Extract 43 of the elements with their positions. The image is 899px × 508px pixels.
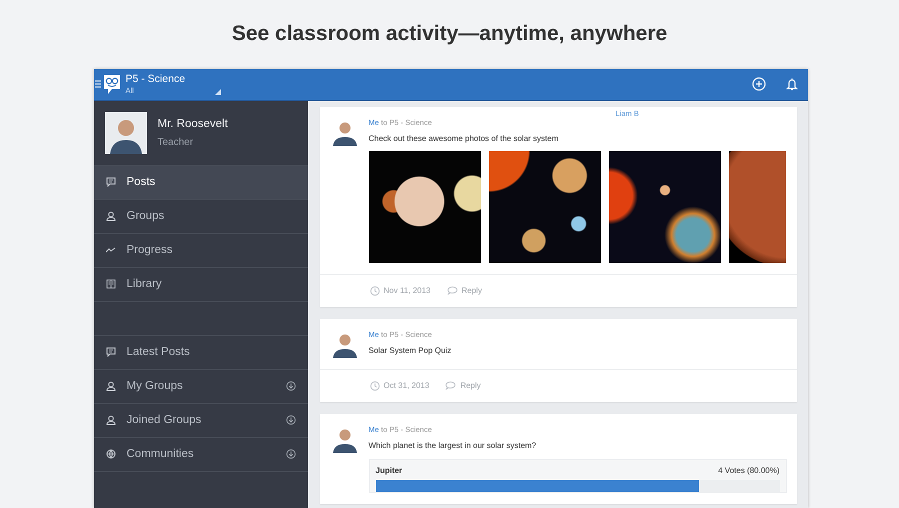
expand-icon[interactable] xyxy=(286,381,296,392)
avatar-silhouette xyxy=(104,112,146,154)
speech-bubble-icon xyxy=(445,381,456,390)
speech-bubble-icon xyxy=(446,286,458,296)
comment-icon xyxy=(106,347,116,358)
photo-placeholder[interactable] xyxy=(368,150,480,263)
sidebar-item[interactable]: Groups xyxy=(94,200,308,234)
poll-option-label: Jupiter xyxy=(376,466,402,475)
people-icon xyxy=(106,415,116,426)
trend-line-icon xyxy=(106,247,116,254)
clock-icon xyxy=(370,380,380,391)
photo-placeholder[interactable] xyxy=(488,150,600,263)
sidebar-item[interactable]: Posts xyxy=(94,166,308,200)
dropdown-corner-icon[interactable] xyxy=(215,89,222,96)
sidebar-item[interactable]: Progress xyxy=(94,234,308,268)
sidebar-item[interactable]: Joined Groups xyxy=(94,404,308,438)
headline: See classroom activity—anytime, anywhere xyxy=(232,21,668,47)
book-icon xyxy=(106,279,116,290)
group-title[interactable]: P5 - Science xyxy=(126,72,186,86)
sidebar-item[interactable]: Library xyxy=(94,268,308,302)
comment-icon xyxy=(106,177,116,188)
menu-icon[interactable] xyxy=(94,80,100,88)
people-icon xyxy=(106,381,116,392)
user-name: Mr. Roosevelt xyxy=(158,118,228,130)
notification-bell-icon[interactable] xyxy=(786,77,798,92)
sidebar-item[interactable]: My Groups xyxy=(94,370,308,404)
sidebar-item[interactable]: Latest Posts xyxy=(94,336,308,370)
clock-icon xyxy=(370,286,380,296)
expand-icon[interactable] xyxy=(286,449,296,460)
vote-count: 4 Votes (80.00%) xyxy=(718,466,780,475)
post-text: Which planet is the largest in our solar system? xyxy=(368,440,538,450)
post-text: Solar System Pop Quiz xyxy=(368,346,452,355)
user-role: Teacher xyxy=(158,136,194,148)
post-text: Check out these awesome photos of the solar system xyxy=(368,134,560,143)
post-date: Nov 11, 2013 xyxy=(384,286,430,296)
people-icon xyxy=(106,211,116,222)
sidebar-item[interactable]: Communities xyxy=(94,438,308,472)
globe-icon xyxy=(106,449,116,460)
photo-placeholder[interactable] xyxy=(608,150,720,263)
logo-icon xyxy=(102,73,122,96)
expand-icon[interactable] xyxy=(286,415,296,426)
post-date: Oct 31, 2013 xyxy=(384,381,430,390)
add-icon[interactable] xyxy=(752,77,766,92)
